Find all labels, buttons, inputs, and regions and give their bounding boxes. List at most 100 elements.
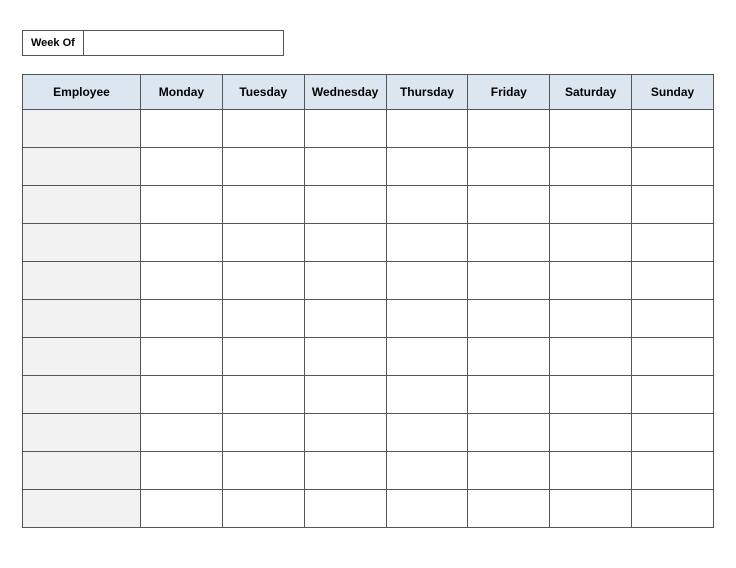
day-input[interactable] (143, 340, 220, 373)
employee-input[interactable] (25, 378, 138, 411)
day-input[interactable] (143, 454, 220, 487)
employee-input[interactable] (25, 112, 138, 145)
employee-input[interactable] (25, 416, 138, 449)
day-input[interactable] (552, 302, 629, 335)
day-input[interactable] (143, 150, 220, 183)
day-input[interactable] (634, 188, 711, 221)
day-input[interactable] (634, 302, 711, 335)
day-input[interactable] (634, 378, 711, 411)
day-input[interactable] (552, 492, 629, 525)
day-input[interactable] (470, 188, 547, 221)
day-input[interactable] (470, 416, 547, 449)
employee-input[interactable] (25, 188, 138, 221)
day-input[interactable] (143, 226, 220, 259)
day-input[interactable] (389, 302, 466, 335)
day-input[interactable] (470, 340, 547, 373)
day-input[interactable] (307, 150, 384, 183)
day-input[interactable] (470, 150, 547, 183)
day-input[interactable] (552, 416, 629, 449)
day-input[interactable] (307, 188, 384, 221)
day-cell (468, 224, 550, 262)
day-input[interactable] (552, 264, 629, 297)
day-input[interactable] (389, 188, 466, 221)
day-input[interactable] (389, 112, 466, 145)
day-input[interactable] (389, 264, 466, 297)
day-cell (304, 414, 386, 452)
day-input[interactable] (307, 492, 384, 525)
day-input[interactable] (225, 454, 302, 487)
day-input[interactable] (634, 112, 711, 145)
day-input[interactable] (143, 264, 220, 297)
day-input[interactable] (225, 492, 302, 525)
day-input[interactable] (143, 378, 220, 411)
day-input[interactable] (389, 492, 466, 525)
employee-cell (23, 148, 141, 186)
day-input[interactable] (307, 264, 384, 297)
day-input[interactable] (470, 378, 547, 411)
day-input[interactable] (143, 112, 220, 145)
header-friday: Friday (468, 75, 550, 110)
day-input[interactable] (470, 264, 547, 297)
day-input[interactable] (143, 416, 220, 449)
day-input[interactable] (634, 340, 711, 373)
day-input[interactable] (552, 378, 629, 411)
day-input[interactable] (634, 150, 711, 183)
day-input[interactable] (225, 340, 302, 373)
week-of-input[interactable] (84, 30, 284, 56)
day-input[interactable] (389, 226, 466, 259)
day-cell (550, 186, 632, 224)
day-input[interactable] (225, 112, 302, 145)
employee-input[interactable] (25, 226, 138, 259)
employee-input[interactable] (25, 340, 138, 373)
employee-input[interactable] (25, 492, 138, 525)
day-input[interactable] (307, 340, 384, 373)
day-input[interactable] (389, 150, 466, 183)
day-input[interactable] (552, 150, 629, 183)
day-input[interactable] (470, 302, 547, 335)
day-input[interactable] (307, 454, 384, 487)
day-input[interactable] (470, 492, 547, 525)
day-input[interactable] (225, 188, 302, 221)
day-input[interactable] (307, 378, 384, 411)
day-input[interactable] (143, 492, 220, 525)
employee-input[interactable] (25, 454, 138, 487)
day-input[interactable] (225, 416, 302, 449)
day-input[interactable] (389, 454, 466, 487)
day-input[interactable] (225, 264, 302, 297)
day-input[interactable] (389, 416, 466, 449)
day-input[interactable] (634, 454, 711, 487)
day-input[interactable] (552, 188, 629, 221)
day-input[interactable] (307, 416, 384, 449)
employee-cell (23, 186, 141, 224)
day-input[interactable] (225, 226, 302, 259)
day-input[interactable] (552, 454, 629, 487)
day-input[interactable] (225, 150, 302, 183)
employee-input[interactable] (25, 302, 138, 335)
day-input[interactable] (634, 492, 711, 525)
day-input[interactable] (634, 416, 711, 449)
day-input[interactable] (225, 378, 302, 411)
day-input[interactable] (470, 112, 547, 145)
day-input[interactable] (470, 226, 547, 259)
day-input[interactable] (552, 226, 629, 259)
day-input[interactable] (307, 226, 384, 259)
day-cell (304, 376, 386, 414)
day-input[interactable] (225, 302, 302, 335)
day-cell (141, 338, 223, 376)
day-input[interactable] (307, 112, 384, 145)
day-input[interactable] (389, 378, 466, 411)
day-input[interactable] (552, 112, 629, 145)
day-input[interactable] (143, 188, 220, 221)
employee-input[interactable] (25, 264, 138, 297)
day-input[interactable] (634, 264, 711, 297)
employee-cell (23, 110, 141, 148)
day-input[interactable] (470, 454, 547, 487)
employee-input[interactable] (25, 150, 138, 183)
day-input[interactable] (389, 340, 466, 373)
day-input[interactable] (143, 302, 220, 335)
day-input[interactable] (307, 302, 384, 335)
day-cell (550, 262, 632, 300)
day-input[interactable] (634, 226, 711, 259)
day-cell (222, 452, 304, 490)
day-input[interactable] (552, 340, 629, 373)
